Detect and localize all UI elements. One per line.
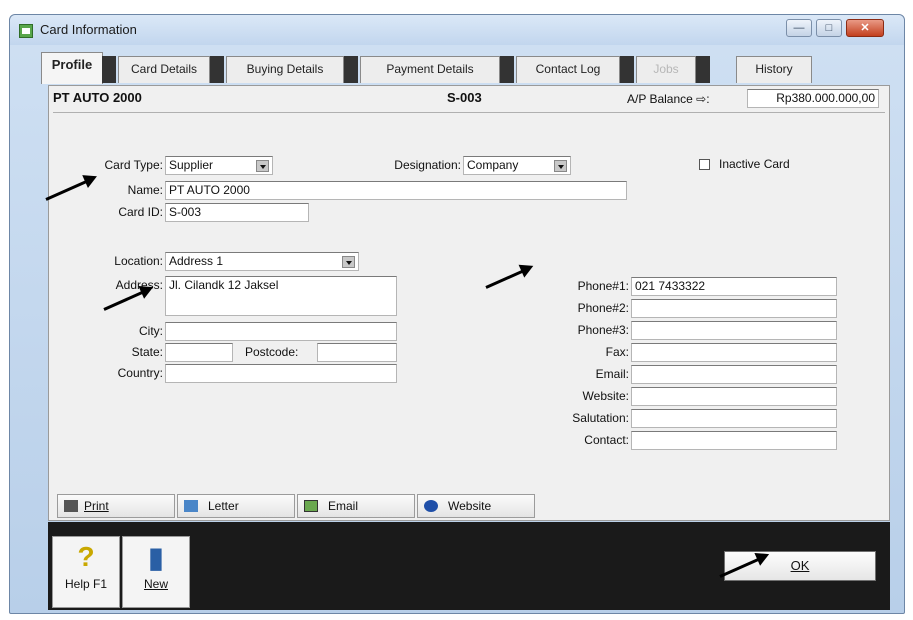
contact-field[interactable] <box>631 431 837 450</box>
title-bar: Card Information — □ ✕ <box>10 15 904 45</box>
website-field[interactable] <box>631 387 837 406</box>
address-field[interactable]: Jl. Cilandk 12 Jaksel <box>165 276 397 316</box>
phone2-field[interactable] <box>631 299 837 318</box>
card-type-label: Card Type: <box>104 158 163 172</box>
designation-select[interactable]: Company <box>463 156 571 175</box>
chevron-down-icon <box>554 160 567 172</box>
tab-separator <box>500 56 514 83</box>
minimize-button[interactable]: — <box>786 19 812 37</box>
letter-icon <box>184 500 198 512</box>
tab-profile[interactable]: Profile <box>41 52 103 84</box>
name-field[interactable]: PT AUTO 2000 <box>165 181 627 200</box>
location-label: Location: <box>114 254 163 268</box>
ap-balance-value: Rp380.000.000,00 <box>747 89 879 108</box>
new-card-icon: ▮ <box>148 542 164 573</box>
contact-label: Contact: <box>584 433 629 447</box>
designation-value: Company <box>467 158 519 172</box>
website-label: Website: <box>582 389 629 403</box>
postcode-label: Postcode: <box>245 345 299 359</box>
email-button-label: Email <box>328 499 359 513</box>
company-header: PT AUTO 2000 <box>53 90 142 105</box>
email-button[interactable]: Email <box>297 494 415 518</box>
tab-strip: Profile Card Details Buying Details Paym… <box>36 48 886 84</box>
help-button[interactable]: ? Help F1 <box>52 536 120 608</box>
phone3-label: Phone#3: <box>577 323 629 337</box>
card-type-select[interactable]: Supplier <box>165 156 273 175</box>
new-label: New <box>143 577 168 591</box>
help-label: Help F1 <box>64 577 108 591</box>
letter-label: Letter <box>208 499 239 513</box>
ap-balance-label: A/P Balance ⇨: <box>627 92 710 106</box>
tab-separator <box>696 56 710 83</box>
country-label: Country: <box>117 366 163 380</box>
country-field[interactable] <box>165 364 397 383</box>
tab-separator <box>620 56 634 83</box>
name-label: Name: <box>127 183 163 197</box>
tab-history[interactable]: History <box>736 56 812 83</box>
tab-card-details[interactable]: Card Details <box>118 56 210 83</box>
close-button[interactable]: ✕ <box>846 19 884 37</box>
state-field[interactable] <box>165 343 233 362</box>
card-type-value: Supplier <box>169 158 214 172</box>
tab-jobs: Jobs <box>636 56 696 83</box>
ok-label: OK <box>790 558 810 573</box>
inactive-card-label: Inactive Card <box>719 157 790 171</box>
salutation-label: Salutation: <box>572 411 629 425</box>
designation-label: Designation: <box>394 158 461 172</box>
tab-separator <box>102 56 116 83</box>
tab-separator <box>344 56 358 83</box>
card-code-header: S-003 <box>447 90 482 105</box>
profile-panel: PT AUTO 2000 S-003 A/P Balance ⇨: Rp380.… <box>48 85 890 521</box>
phone1-label: Phone#1: <box>577 279 629 293</box>
city-label: City: <box>139 324 163 338</box>
postcode-field[interactable] <box>317 343 397 362</box>
window-title: Card Information <box>40 22 137 37</box>
bottom-toolbar: ? Help F1 ▮ New OK <box>48 522 890 610</box>
new-button[interactable]: ▮ New <box>122 536 190 608</box>
location-select[interactable]: Address 1 <box>165 252 359 271</box>
phone3-field[interactable] <box>631 321 837 340</box>
tab-buying-details[interactable]: Buying Details <box>226 56 344 83</box>
card-app-icon <box>19 24 33 38</box>
website-button-label: Website <box>448 499 492 513</box>
fax-field[interactable] <box>631 343 837 362</box>
globe-icon <box>424 500 438 512</box>
fax-label: Fax: <box>605 345 629 359</box>
header-divider <box>53 112 885 113</box>
chevron-down-icon <box>256 160 269 172</box>
printer-icon <box>64 500 78 512</box>
chevron-down-icon <box>342 256 355 268</box>
print-label: Print <box>84 499 109 513</box>
state-label: State: <box>131 345 163 359</box>
maximize-button[interactable]: □ <box>816 19 842 37</box>
website-button[interactable]: Website <box>417 494 535 518</box>
inactive-card-checkbox[interactable] <box>699 159 710 170</box>
phone1-field[interactable]: 021 7433322 <box>631 277 837 296</box>
card-information-window: Card Information — □ ✕ Profile Card Deta… <box>9 14 905 614</box>
tab-contact-log[interactable]: Contact Log <box>516 56 620 83</box>
tab-card-details-label: Card Details <box>130 62 198 76</box>
tab-payment-details[interactable]: Payment Details <box>360 56 500 83</box>
tab-separator <box>210 56 224 83</box>
print-button[interactable]: Print <box>57 494 175 518</box>
card-id-field[interactable]: S-003 <box>165 203 309 222</box>
city-field[interactable] <box>165 322 397 341</box>
letter-button[interactable]: Letter <box>177 494 295 518</box>
salutation-field[interactable] <box>631 409 837 428</box>
location-value: Address 1 <box>169 254 224 268</box>
card-id-label: Card ID: <box>118 205 163 219</box>
email-icon <box>304 500 318 512</box>
email-field[interactable] <box>631 365 837 384</box>
phone2-label: Phone#2: <box>577 301 629 315</box>
help-icon: ? <box>77 541 95 572</box>
email-label: Email: <box>595 367 629 381</box>
